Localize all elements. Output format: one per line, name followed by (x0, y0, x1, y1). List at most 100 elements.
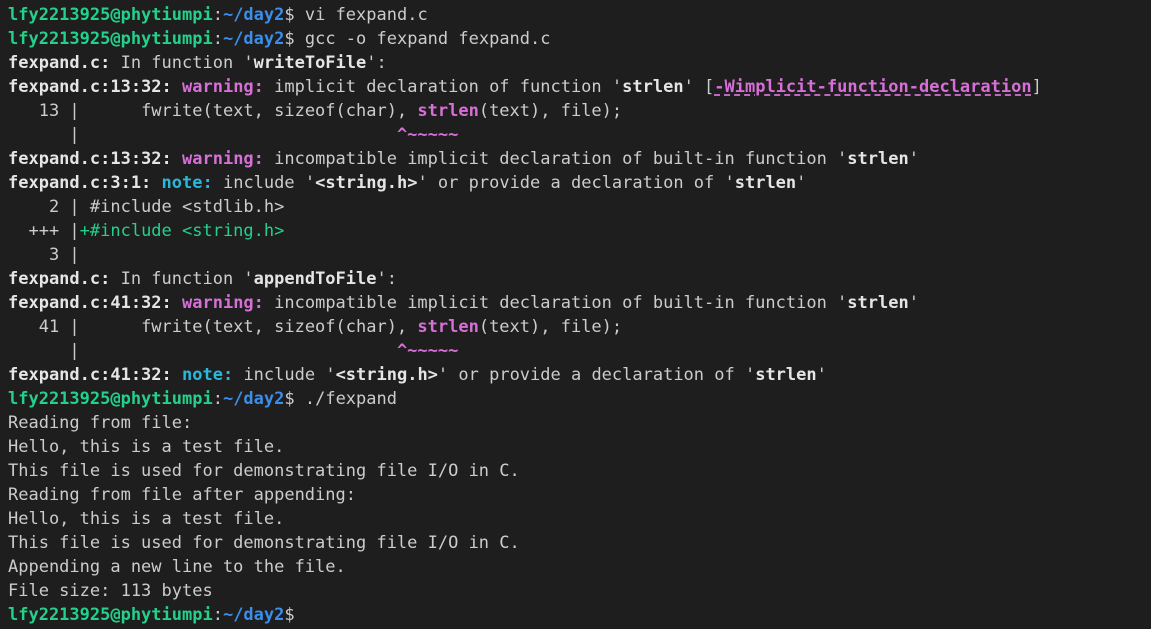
message-text: In function ' (110, 269, 254, 289)
source-code-line: 41 | fwrite(text, sizeof(char), strlen(t… (8, 315, 1151, 339)
padding (80, 341, 397, 361)
fixit-suggestion: +#include <string.h> (79, 221, 285, 241)
prompt-path: ~/day2 (222, 5, 285, 25)
code-text: (text), file); (478, 101, 623, 121)
prompt-user-host: lfy2213925@phytiumpi (8, 29, 213, 49)
message-text: ' [ (683, 77, 715, 97)
prompt-dollar: $ (284, 29, 295, 49)
text-cursor (295, 604, 304, 623)
function-name: appendToFile (253, 269, 377, 289)
program-output: Hello, this is a test file. (8, 437, 285, 457)
compiler-note: fexpand.c:3:1: note: include '<string.h>… (8, 171, 1151, 195)
symbol-name: strlen (734, 173, 797, 193)
command-text: ./fexpand (294, 389, 397, 409)
message-text: include ' (233, 365, 336, 385)
program-output: Reading from file: (8, 413, 193, 433)
source-location: fexpand.c:41:32: (8, 293, 172, 313)
line-gutter: 13 | (8, 101, 131, 121)
warning-flag-link[interactable]: -Wimplicit-function-declaration (714, 77, 1031, 97)
prompt-user-host: lfy2213925@phytiumpi (8, 605, 213, 625)
message-text: incompatible implicit declaration of bui… (263, 293, 848, 313)
program-output: Hello, this is a test file. (8, 509, 285, 529)
source-file: fexpand.c: (8, 53, 111, 73)
line-gutter: +++ | (8, 221, 80, 241)
terminal-input-line[interactable]: lfy2213925@phytiumpi:~/day2$ (8, 603, 1151, 627)
message-text: ': (376, 269, 397, 289)
message-text: ' (908, 293, 919, 313)
compiler-warning: fexpand.c:13:32: warning: incompatible i… (8, 147, 1151, 171)
header-name: <string.h> (335, 365, 438, 385)
code-text: (text), file); (478, 317, 623, 337)
program-output: File size: 113 bytes (8, 581, 213, 601)
message-text: ' (908, 149, 919, 169)
warning-label: warning: (182, 293, 264, 313)
line-gutter: 41 | (8, 317, 131, 337)
compiler-warning: fexpand.c:41:32: warning: incompatible i… (8, 291, 1151, 315)
prompt-colon: : (212, 389, 223, 409)
prompt-path: ~/day2 (222, 389, 285, 409)
symbol-name: strlen (847, 293, 909, 313)
message-text: include ' (212, 173, 316, 193)
prompt-colon: : (212, 605, 223, 625)
prompt-colon: : (212, 29, 223, 49)
compiler-message: fexpand.c: In function 'writeToFile': (8, 51, 1151, 75)
program-output: Reading from file after appending: (8, 485, 356, 505)
program-output: This file is used for demonstrating file… (8, 533, 520, 553)
source-code-line: 2 | #include <stdlib.h> (8, 197, 285, 217)
message-text: ] (1031, 77, 1042, 97)
source-code-line: 3 | (8, 245, 80, 265)
warning-label: warning: (182, 77, 264, 97)
highlighted-symbol: strlen (417, 101, 479, 121)
prompt-colon: : (212, 5, 223, 25)
prompt-path: ~/day2 (222, 605, 285, 625)
caret-line: | ^~~~~~ (8, 339, 1151, 363)
code-text: fwrite(text, sizeof(char), (130, 317, 418, 337)
symbol-name: strlen (847, 149, 909, 169)
message-text: incompatible implicit declaration of bui… (263, 149, 848, 169)
compiler-message: fexpand.c: In function 'appendToFile': (8, 267, 1151, 291)
symbol-name: strlen (755, 365, 817, 385)
source-location: fexpand.c:13:32: (8, 77, 172, 97)
line-gutter: | (8, 341, 80, 361)
code-text: fwrite(text, sizeof(char), (130, 101, 418, 121)
message-text: ' (816, 365, 827, 385)
prompt-path: ~/day2 (222, 29, 285, 49)
prompt-dollar: $ (284, 5, 295, 25)
source-location: fexpand.c:13:32: (8, 149, 172, 169)
caret-marker: ^~~~~~ (396, 341, 459, 361)
padding (80, 125, 397, 145)
message-text: ' or provide a declaration of ' (417, 173, 735, 193)
message-text: ' or provide a declaration of ' (437, 365, 756, 385)
fixit-line: +++ |+#include <string.h> (8, 219, 1151, 243)
compiler-note: fexpand.c:41:32: note: include '<string.… (8, 363, 1151, 387)
warning-label: warning: (182, 149, 264, 169)
source-file: fexpand.c: (8, 269, 111, 289)
program-output: This file is used for demonstrating file… (8, 461, 520, 481)
prompt-user-host: lfy2213925@phytiumpi (8, 389, 213, 409)
message-text: ' (796, 173, 807, 193)
note-label: note: (182, 365, 234, 385)
program-output: Appending a new line to the file. (8, 557, 346, 577)
prompt-dollar: $ (284, 605, 295, 625)
message-text: implicit declaration of function ' (263, 77, 623, 97)
terminal-line: lfy2213925@phytiumpi:~/day2$ gcc -o fexp… (8, 27, 1151, 51)
terminal-line: lfy2213925@phytiumpi:~/day2$ ./fexpand (8, 387, 1151, 411)
function-name: writeToFile (253, 53, 367, 73)
header-name: <string.h> (315, 173, 418, 193)
terminal-line: lfy2213925@phytiumpi:~/day2$ vi fexpand.… (8, 3, 1151, 27)
message-text: ': (366, 53, 387, 73)
compiler-warning: fexpand.c:13:32: warning: implicit decla… (8, 75, 1151, 99)
line-gutter: | (8, 125, 80, 145)
symbol-name: strlen (622, 77, 684, 97)
command-text: gcc -o fexpand fexpand.c (294, 29, 551, 49)
prompt-dollar: $ (284, 389, 295, 409)
source-location: fexpand.c:41:32: (8, 365, 172, 385)
source-code-line: 13 | fwrite(text, sizeof(char), strlen(t… (8, 99, 1151, 123)
caret-marker: ^~~~~~ (396, 125, 459, 145)
prompt-user-host: lfy2213925@phytiumpi (8, 5, 213, 25)
terminal-window[interactable]: lfy2213925@phytiumpi:~/day2$ vi fexpand.… (0, 0, 1151, 629)
